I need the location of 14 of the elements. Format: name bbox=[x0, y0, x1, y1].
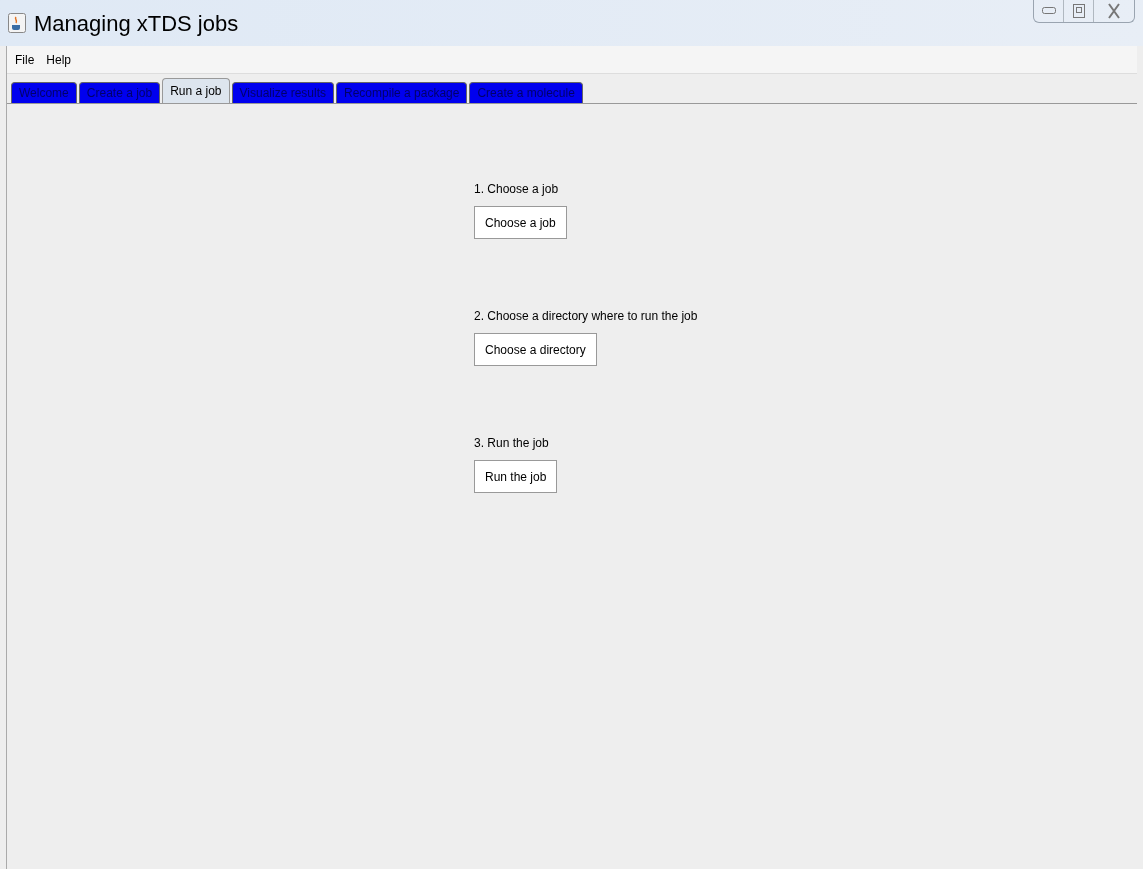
step-button[interactable]: Choose a directory bbox=[474, 333, 597, 366]
maximize-icon bbox=[1072, 4, 1085, 18]
step-button[interactable]: Choose a job bbox=[474, 206, 567, 239]
step-label: 2. Choose a directory where to run the job bbox=[474, 308, 698, 325]
step-label: 1. Choose a job bbox=[474, 181, 559, 198]
coffee-cup-icon bbox=[8, 13, 26, 33]
step-button[interactable]: Run the job bbox=[474, 460, 558, 493]
menu-item[interactable]: Help bbox=[46, 50, 72, 69]
close-icon bbox=[1107, 3, 1121, 19]
window-title: Managing xTDS jobs bbox=[34, 9, 239, 38]
menu-item[interactable]: File bbox=[15, 50, 35, 69]
minimize-icon bbox=[1041, 7, 1056, 15]
tab[interactable]: Run a job bbox=[162, 78, 230, 103]
step-label: 3. Run the job bbox=[474, 435, 549, 452]
